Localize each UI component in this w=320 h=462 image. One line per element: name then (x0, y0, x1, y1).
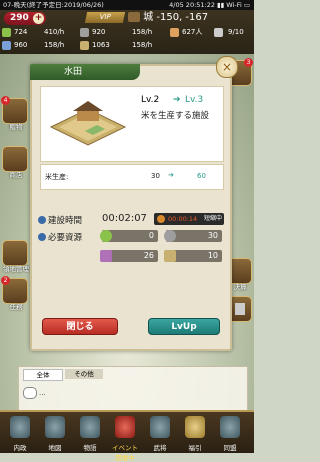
rice-icon (100, 230, 112, 242)
menu-badge: 3 (244, 58, 253, 67)
resource-header: 290 + VIP 城 -150, -167 724 410/h 920 158… (0, 10, 254, 56)
stone-icon (80, 28, 89, 37)
production-arrow-icon: ➔ (168, 171, 174, 179)
wood-icon (164, 250, 176, 262)
territory-label: 領地管理 (3, 265, 29, 273)
next-level: Lv.3 (185, 95, 204, 105)
clock-icon (38, 216, 46, 224)
rice-rate: 410/h (44, 28, 65, 36)
hammer-icon (235, 303, 245, 315)
chat-tab-all[interactable]: 全体 (23, 369, 63, 381)
current-level: Lv.2 (141, 95, 160, 105)
production-panel: 米生産: 30 ➔ 60 (40, 164, 224, 190)
nav-domestic[interactable]: 内政 (8, 414, 32, 452)
resource-row-1: 724 410/h 920 158/h 627人 9/10 (2, 26, 252, 39)
required-stone: 30 (164, 230, 222, 242)
resource-row-2: 960 158/h 1063 158/h (2, 39, 252, 52)
map-nav-icon (45, 416, 65, 438)
add-gold-icon[interactable]: + (33, 13, 44, 24)
wood-icon (80, 41, 89, 50)
build-time-value: 00:02:07 (102, 213, 147, 224)
production-label: 米生産: (45, 173, 69, 181)
quest-label: 任務 (9, 303, 23, 311)
stone-icon (164, 230, 176, 242)
resource-icon (38, 233, 46, 241)
wood-value: 1063 (92, 41, 110, 49)
rice-icon (2, 28, 11, 37)
reduced-time-value: 00:00:14 (168, 215, 198, 223)
iron-rate: 158/h (44, 41, 65, 49)
required-resources-label: 必要資源 (48, 233, 83, 243)
required-rice-value: 0 (148, 231, 154, 240)
required-wood-value: 10 (207, 251, 218, 260)
event-nav-icon (115, 416, 135, 438)
level-arrow-icon: ➔ (173, 95, 181, 105)
nav-generals[interactable]: 武将 (148, 414, 172, 452)
castle-nav-icon (10, 416, 30, 438)
building-info-panel: Lv.2 ➔ Lv.3 米を生産する施設 (40, 86, 224, 162)
clock-status: 4/05 20:51:22 ▮▮ Wi-Fi ▭ (169, 1, 250, 9)
gift-label: 贈物 (9, 123, 23, 131)
status-bar: 07-晩天(終了予定日:2019/06/26) 4/05 20:51:22 ▮▮… (0, 0, 254, 10)
build-time-reduced: 00:00:14 短縮中 (154, 213, 224, 225)
shop-label: 商店 (9, 171, 23, 179)
chat-speech-icon[interactable] (23, 387, 37, 399)
level-up-button[interactable]: LvUp (148, 318, 220, 335)
nav-map[interactable]: 地図 (43, 414, 67, 452)
production-current: 30 (151, 172, 160, 180)
required-rice: 0 (100, 230, 158, 242)
required-iron: 26 (100, 250, 158, 262)
gift-badge: 4 (1, 96, 10, 105)
building-description: 米を生産する施設 (141, 111, 210, 121)
required-iron-value: 26 (143, 251, 154, 260)
nav-lottery[interactable]: 福引 (183, 414, 207, 452)
stone-rate: 158/h (132, 28, 153, 36)
rice-field-illustration (49, 101, 127, 146)
close-button[interactable]: 閉じる (42, 318, 118, 335)
reduced-tag: 短縮中 (204, 215, 223, 222)
quest-badge: 2 (1, 276, 10, 285)
wood-rate: 158/h (132, 41, 153, 49)
story-nav-icon (80, 416, 100, 438)
iron-icon (2, 41, 11, 50)
close-icon[interactable]: × (216, 56, 238, 78)
chat-tab-other[interactable]: その他 (65, 369, 103, 379)
gold-value: 290 (10, 13, 29, 23)
shop-button[interactable]: 商店 (2, 146, 28, 179)
population-icon (170, 28, 179, 37)
dialog-title: 水田 (30, 64, 140, 80)
building-upgrade-dialog: 水田 × Lv.2 ➔ Lv.3 米を生産する施設 米生産: 30 ➔ 60 建… (30, 56, 238, 351)
bottom-navigation: 内政 地図 物語 イベント開催中 武将 福引 同盟 (0, 410, 254, 462)
chat-message: ... (39, 389, 46, 397)
castle-label: 城 -150, -167 (143, 12, 209, 23)
generals-nav-icon (150, 416, 170, 438)
troops-icon (214, 28, 223, 37)
castle-coordinates[interactable]: 城 -150, -167 (128, 11, 250, 25)
troops-value: 9/10 (228, 28, 244, 36)
nav-event-label: イベント開催中 (112, 444, 138, 462)
nav-story[interactable]: 物語 (78, 414, 102, 452)
castle-icon (128, 12, 140, 22)
lottery-nav-icon (185, 416, 205, 438)
required-stone-value: 30 (207, 231, 218, 240)
build-time-label: 建設時間 (48, 216, 83, 226)
server-info: 07-晩天(終了予定日:2019/06/26) (3, 1, 104, 9)
quest-button[interactable]: 2 任務 (1, 276, 28, 311)
iron-icon (100, 250, 112, 262)
vip-badge[interactable]: VIP (84, 12, 126, 23)
gold-counter[interactable]: 290 + (4, 12, 46, 25)
production-next: 60 (197, 172, 206, 180)
nav-alliance[interactable]: 同盟 (218, 414, 242, 452)
nav-event[interactable]: イベント開催中 (112, 414, 138, 462)
territory-button[interactable]: 領地管理 (2, 240, 29, 273)
stone-value: 920 (92, 28, 106, 36)
alliance-nav-icon (220, 416, 240, 438)
iron-value: 960 (14, 41, 28, 49)
reduced-clock-icon (157, 215, 165, 223)
rice-value: 724 (14, 28, 28, 36)
population-value: 627人 (182, 28, 203, 36)
gift-button[interactable]: 4 贈物 (1, 96, 28, 131)
required-wood: 10 (164, 250, 222, 262)
